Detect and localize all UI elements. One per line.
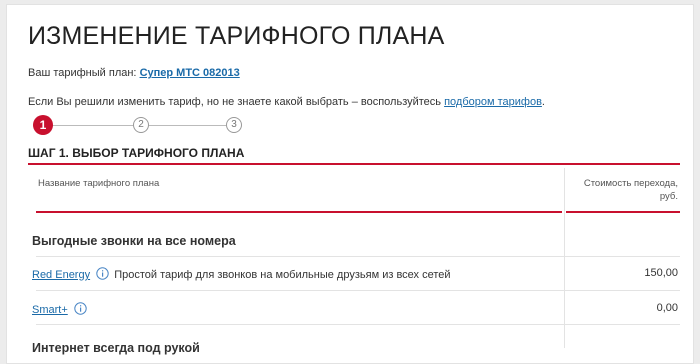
- step-heading: ШАГ 1. ВЫБОР ТАРИФНОГО ПЛАНА: [28, 146, 245, 160]
- step-connector-1: [48, 125, 133, 126]
- column-header-cost-line1: Стоимость перехода,: [583, 178, 678, 189]
- hint-end: .: [541, 96, 545, 108]
- current-plan-link[interactable]: Супер МТС 082013: [140, 67, 240, 79]
- step-2: 2: [133, 117, 149, 133]
- tariff-hint: Если Вы решили изменить тариф, но не зна…: [28, 96, 545, 108]
- step-1: 1: [33, 115, 53, 135]
- tariff-price-smart-plus: 0,00: [656, 302, 678, 314]
- column-header-name: Название тарифного плана: [38, 178, 160, 189]
- tariff-row-red-energy: Red Energy Простой тариф для звонков на …: [32, 267, 451, 283]
- step-indicator: 1 2 3: [28, 114, 248, 142]
- column-header-cost: Стоимость перехода, руб.: [568, 177, 678, 203]
- tariff-link-red-energy[interactable]: Red Energy: [32, 269, 90, 281]
- section-title: Выгодные звонки на все номера: [32, 234, 236, 248]
- header-rule-right: [566, 211, 680, 213]
- step-heading-rule: [28, 163, 680, 165]
- info-icon[interactable]: [96, 267, 109, 283]
- tariff-description-red-energy: Простой тариф для звонков на мобильные д…: [114, 269, 451, 281]
- tariff-row-smart-plus: Smart+: [32, 302, 89, 318]
- header-rule-left: [36, 211, 562, 213]
- page-title: ИЗМЕНЕНИЕ ТАРИФНОГО ПЛАНА: [28, 22, 445, 50]
- tariff-link-smart-plus[interactable]: Smart+: [32, 304, 68, 316]
- hint-text: Если Вы решили изменить тариф, но не зна…: [28, 96, 442, 108]
- section-rule: [36, 256, 680, 257]
- column-header-cost-line2: руб.: [659, 191, 678, 202]
- column-divider: [564, 168, 565, 348]
- step-3: 3: [226, 117, 242, 133]
- row-rule-2: [36, 324, 680, 325]
- row-rule-1: [36, 290, 680, 291]
- tariff-selection-link[interactable]: подбором тарифов: [444, 96, 542, 108]
- current-plan-label: Ваш тарифный план:: [28, 67, 137, 79]
- current-plan-line: Ваш тарифный план: Супер МТС 082013: [28, 67, 240, 79]
- tariff-price-red-energy: 150,00: [644, 267, 678, 279]
- info-icon[interactable]: [74, 302, 87, 318]
- step-connector-2: [149, 125, 226, 126]
- next-section-title: Интернет всегда под рукой: [32, 341, 200, 355]
